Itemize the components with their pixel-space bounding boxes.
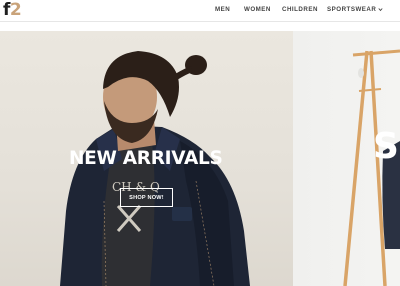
- hero-title: NEW ARRIVALS: [69, 148, 223, 169]
- hero-slide-next: S: [293, 31, 400, 286]
- nav-item-men[interactable]: MEN: [215, 6, 230, 13]
- shop-now-button[interactable]: SHOP NOW!: [120, 188, 173, 207]
- logo-number: 2: [9, 0, 22, 20]
- header-divider: [0, 21, 400, 22]
- chevron-down-icon: [378, 8, 383, 12]
- nav-item-sportswear[interactable]: SPORTSWEAR: [327, 6, 383, 13]
- nav-item-women[interactable]: WOMEN: [244, 6, 271, 13]
- hero-slide-active: CH & Q NEW ARRIVALS SHOP NOW!: [0, 31, 293, 286]
- next-slide-title: S: [373, 126, 399, 167]
- nav-item-children[interactable]: CHILDREN: [282, 6, 318, 13]
- hero-slider[interactable]: CH & Q NEW ARRIVALS SHOP NOW! S: [0, 31, 400, 286]
- logo-letter: f: [3, 0, 10, 20]
- brand-logo[interactable]: f2: [3, 0, 22, 20]
- site-header: f2 MEN WOMEN CHILDREN SPORTSWEAR: [0, 0, 400, 21]
- nav-item-sportswear-label: SPORTSWEAR: [327, 6, 377, 13]
